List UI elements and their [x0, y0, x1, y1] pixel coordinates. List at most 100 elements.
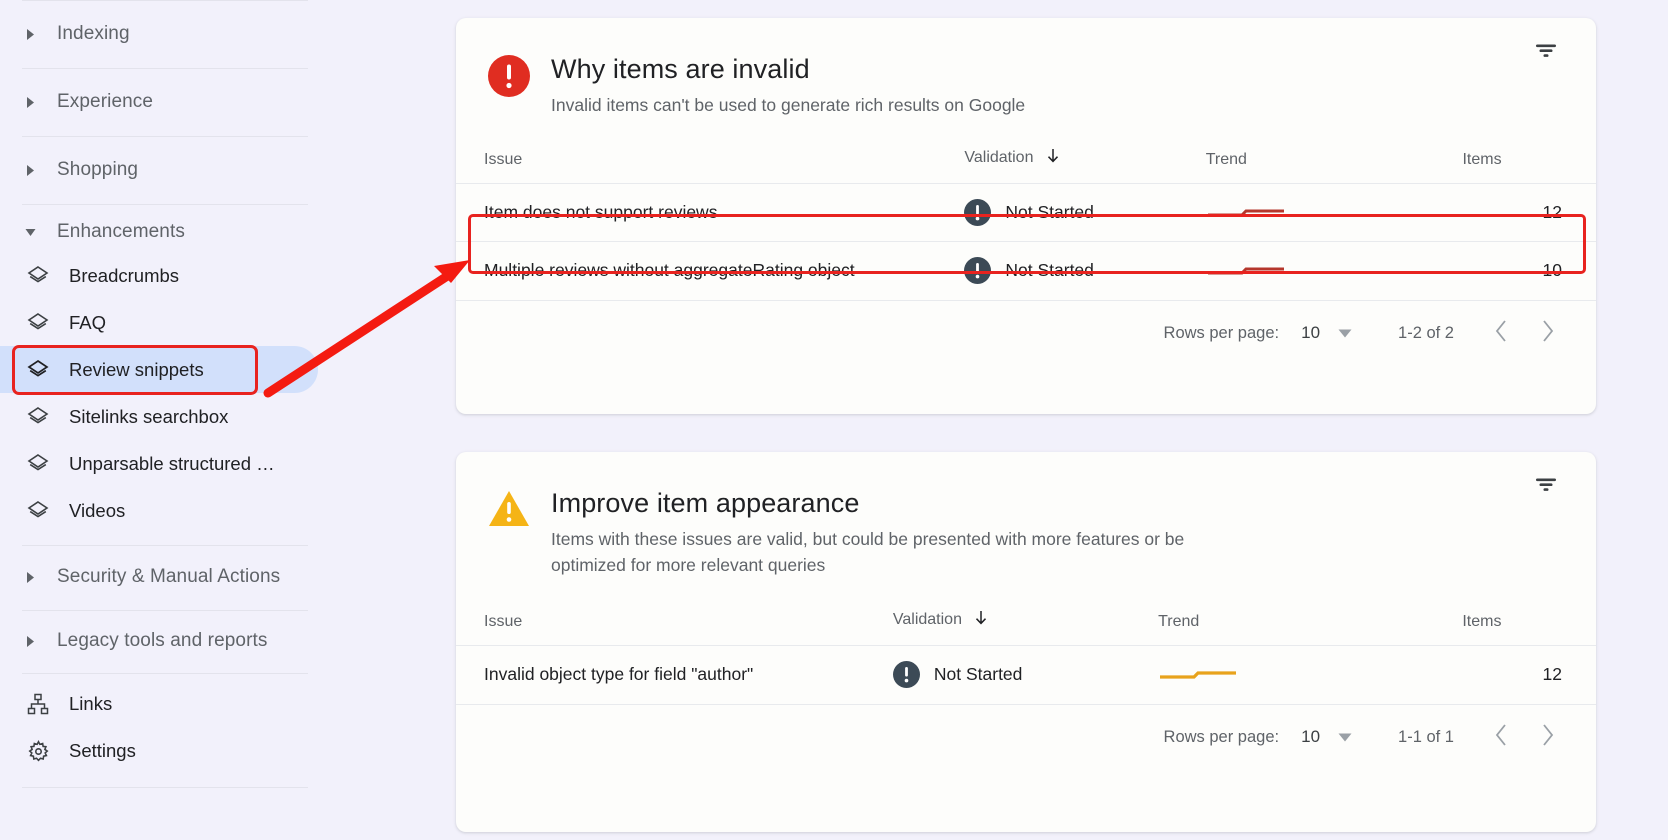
table-row[interactable]: Invalid object type for field "author" N…	[456, 645, 1596, 704]
exclamation-circle-icon	[964, 257, 992, 285]
cell-issue: Item does not support reviews	[456, 183, 965, 242]
sidebar-item-review-snippets[interactable]: Review snippets	[0, 346, 318, 393]
chevron-left-icon	[1495, 723, 1508, 751]
issues-table: Issue Validation Trend Items Invalid obj…	[456, 610, 1596, 704]
table-row[interactable]: Multiple reviews without aggregateRating…	[456, 241, 1596, 300]
layers-icon	[25, 404, 51, 430]
rows-per-page-value[interactable]: 10	[1301, 323, 1320, 343]
sidebar-group-label: Experience	[57, 91, 154, 112]
filter-button[interactable]	[1524, 464, 1568, 508]
next-page-button[interactable]	[1524, 714, 1570, 760]
previous-page-button[interactable]	[1478, 310, 1524, 356]
cell-validation: Not Started	[892, 645, 1159, 704]
card-title: Improve item appearance	[551, 488, 860, 518]
cell-items: 12	[1462, 645, 1596, 704]
sidebar-item-label: Sitelinks searchbox	[69, 405, 229, 427]
cell-validation: Not Started	[964, 183, 1206, 242]
validation-status-text: Not Started	[1005, 260, 1094, 281]
column-header-validation-label: Validation	[892, 611, 962, 628]
sidebar-item-label: Links	[69, 693, 113, 714]
sidebar-item-videos[interactable]: Videos	[0, 487, 320, 534]
sidebar-group-label: Shopping	[57, 159, 139, 180]
sidebar-item-label: Unparsable structured …	[69, 452, 275, 474]
table-header-row: Issue Validation Trend Items	[456, 610, 1596, 646]
chevron-left-icon	[1495, 319, 1508, 347]
sidebar-scroll[interactable]: Indexing Experience Shopping Enhancement…	[0, 0, 456, 840]
sidebar-group-experience[interactable]: Experience	[0, 68, 153, 136]
validation-status-text: Not Started	[1005, 202, 1094, 222]
filter-button[interactable]	[1524, 30, 1568, 74]
trend-sparkline	[1207, 209, 1284, 216]
validation-status-text: Not Started	[933, 664, 1023, 685]
card-subtitle: Items with these issues are valid, but c…	[551, 529, 1185, 575]
sidebar-item-settings[interactable]: Settings	[0, 723, 320, 779]
rows-per-page-dropdown[interactable]	[1338, 324, 1352, 343]
column-header-issue[interactable]: Issue	[456, 148, 964, 184]
column-header-trend[interactable]: Trend	[1206, 148, 1463, 184]
column-header-issue[interactable]: Issue	[456, 610, 893, 646]
rows-per-page-value[interactable]: 10	[1301, 727, 1320, 747]
rows-per-page-dropdown[interactable]	[1338, 728, 1352, 747]
chevron-right-icon	[22, 162, 38, 178]
sidebar-group-label: Enhancements	[57, 221, 185, 242]
issues-table: Issue Validation Trend Items Item does n…	[456, 148, 1596, 300]
column-header-items[interactable]: Items	[1462, 148, 1596, 184]
cell-items: 10	[1462, 241, 1596, 300]
triangle-down-icon	[1338, 728, 1352, 747]
chevron-right-icon	[22, 94, 38, 110]
rows-per-page-label: Rows per page:	[1163, 323, 1280, 342]
card-header: Improve item appearance Items with these…	[456, 452, 1596, 578]
chevron-down-icon	[22, 224, 38, 240]
chevron-right-icon	[22, 633, 38, 649]
layers-icon	[25, 310, 51, 336]
card-why-items-are-invalid: Why items are invalid Invalid items can'…	[456, 18, 1596, 414]
pagination: Rows per page: 10 1-2 of 2	[456, 299, 1596, 366]
next-page-button[interactable]	[1524, 310, 1570, 356]
column-header-validation[interactable]: Validation	[893, 610, 1158, 646]
sidebar: Indexing Experience Shopping Enhancement…	[0, 0, 456, 840]
sidebar-item-unparsable-structured-data[interactable]: Unparsable structured …	[0, 440, 320, 487]
table-body: Item does not support reviews Not Starte…	[456, 183, 1596, 300]
sidebar-item-faq[interactable]: FAQ	[0, 299, 320, 346]
card-improve-item-appearance: Improve item appearance Items with these…	[456, 452, 1596, 832]
sidebar-item-label: FAQ	[69, 311, 107, 333]
cell-trend	[1205, 241, 1463, 300]
column-header-trend[interactable]: Trend	[1158, 610, 1462, 646]
sort-descending-icon	[974, 610, 988, 631]
trend-sparkline	[1207, 267, 1284, 275]
card-header: Why items are invalid Invalid items can'…	[456, 18, 1596, 118]
previous-page-button[interactable]	[1478, 714, 1524, 760]
sidebar-group-legacy-tools[interactable]: Legacy tools and reports	[0, 607, 267, 675]
cell-validation: Not Started	[964, 241, 1206, 300]
triangle-down-icon	[1338, 324, 1352, 343]
sidebar-item-label: Settings	[69, 740, 136, 761]
error-circle-icon	[488, 55, 530, 97]
exclamation-circle-icon	[964, 199, 992, 226]
app-root: Indexing Experience Shopping Enhancement…	[0, 0, 1668, 840]
filter-icon	[1533, 471, 1559, 502]
sidebar-group-label: Indexing	[57, 23, 130, 44]
filter-icon	[1533, 37, 1559, 68]
exclamation-circle-icon	[892, 661, 920, 689]
sidebar-group-shopping[interactable]: Shopping	[0, 136, 138, 204]
cell-issue: Multiple reviews without aggregateRating…	[456, 241, 965, 300]
sidebar-item-label: Breadcrumbs	[69, 264, 180, 286]
table-header-row: Issue Validation Trend Items	[456, 148, 1596, 184]
links-sitemap-icon	[25, 691, 51, 717]
cell-issue: Invalid object type for field "author"	[456, 645, 893, 704]
column-header-items[interactable]: Items	[1462, 610, 1596, 646]
table-row[interactable]: Item does not support reviews Not Starte…	[456, 183, 1596, 242]
chevron-right-icon	[22, 569, 38, 585]
sidebar-group-security-manual-actions[interactable]: Security & Manual Actions	[0, 543, 280, 611]
cell-items: 12	[1462, 183, 1596, 242]
sidebar-item-breadcrumbs[interactable]: Breadcrumbs	[0, 252, 320, 299]
sidebar-group-indexing[interactable]: Indexing	[0, 0, 130, 68]
pagination-range: 1-2 of 2	[1398, 323, 1454, 342]
sidebar-item-label: Videos	[69, 499, 126, 521]
column-header-validation[interactable]: Validation	[964, 148, 1205, 184]
card-title: Why items are invalid	[551, 54, 810, 84]
sidebar-item-sitelinks-searchbox[interactable]: Sitelinks searchbox	[0, 393, 320, 440]
table-head: Issue Validation Trend Items	[456, 610, 1596, 646]
sidebar-group-label: Legacy tools and reports	[57, 630, 268, 651]
pagination: Rows per page: 10 1-1 of 1	[456, 703, 1596, 770]
